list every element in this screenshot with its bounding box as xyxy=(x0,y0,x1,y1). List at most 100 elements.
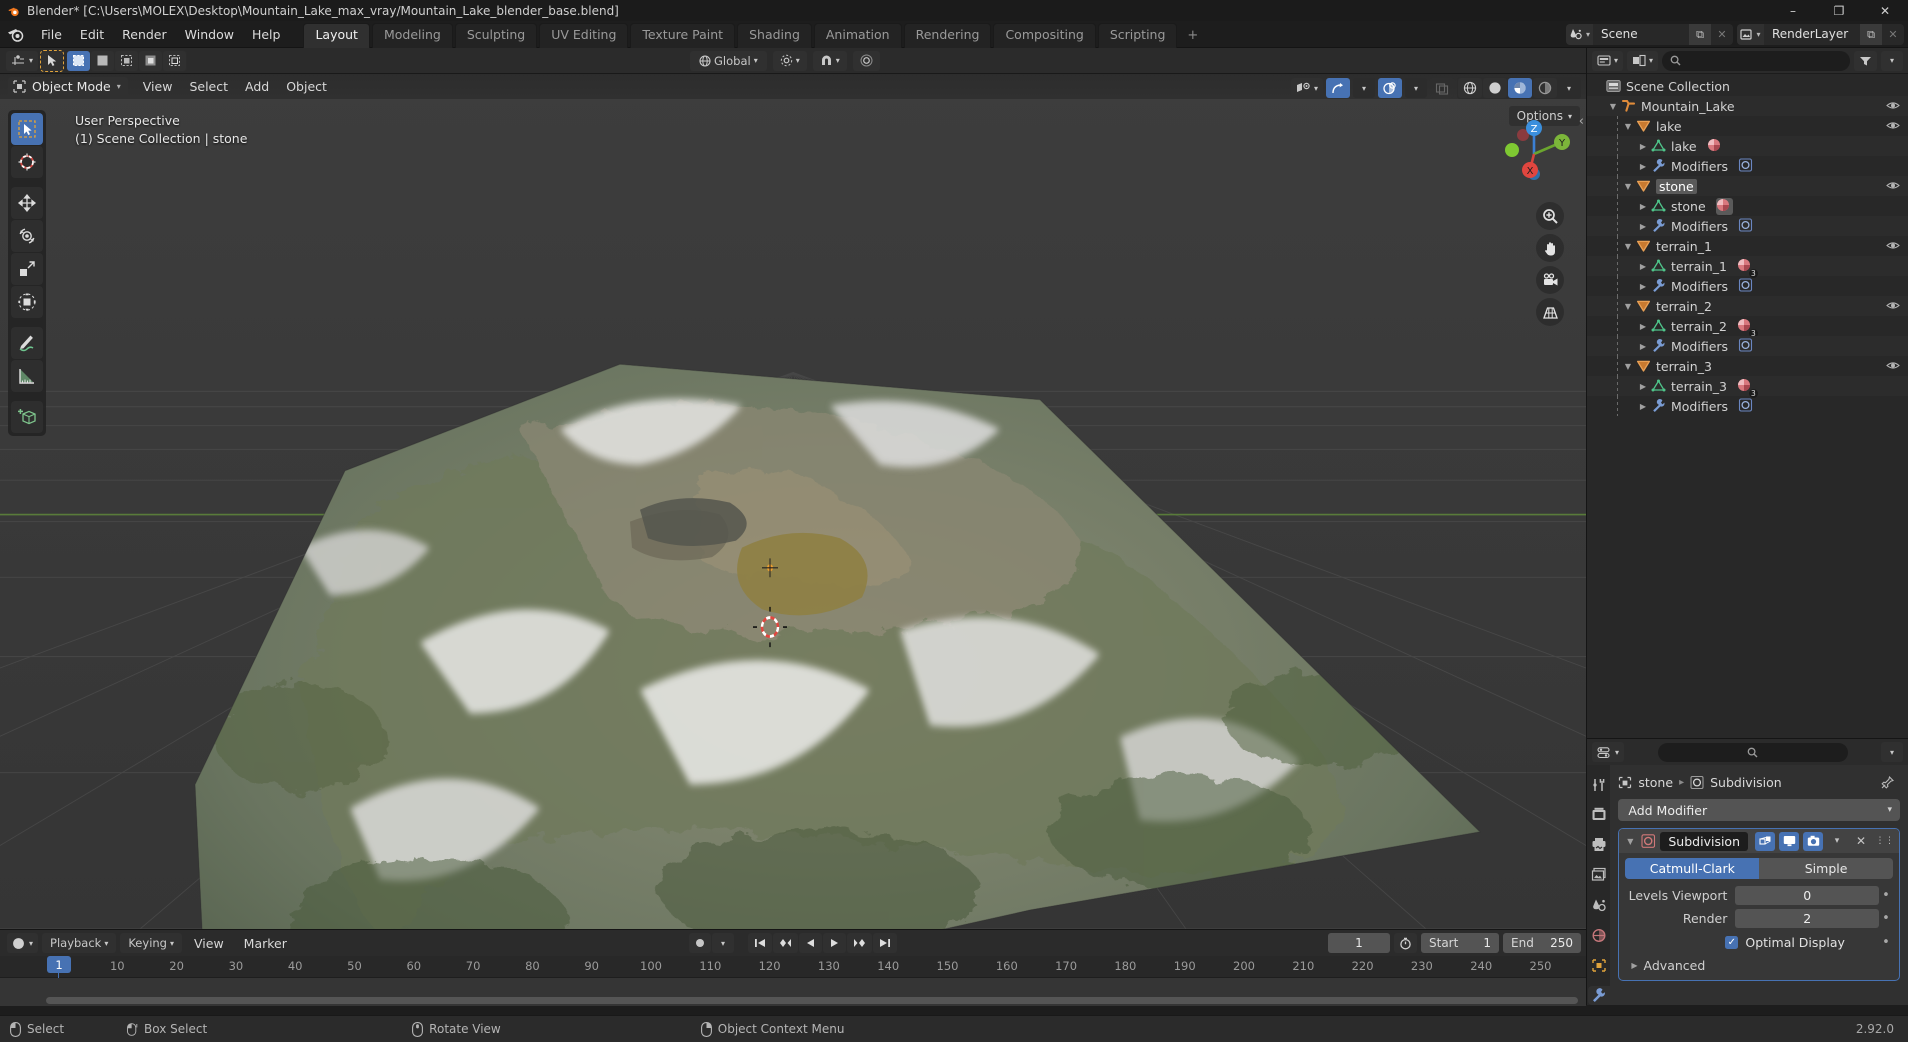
pan-icon[interactable] xyxy=(1536,234,1564,262)
menu-file[interactable]: File xyxy=(32,24,71,45)
modifier-stack-icon[interactable] xyxy=(1738,397,1753,415)
viewport-navigation-gizmo[interactable]: Y Z X xyxy=(1492,112,1576,196)
render-levels-value[interactable]: 2 xyxy=(1735,908,1879,928)
menu-help[interactable]: Help xyxy=(243,24,290,45)
outliner-disclosure-triangle[interactable]: ▼ xyxy=(1621,242,1635,251)
select-mode-intersect[interactable] xyxy=(163,50,187,71)
modifier-delete-button[interactable]: ✕ xyxy=(1851,832,1871,851)
visibility-eye-icon[interactable] xyxy=(1886,239,1900,254)
material-icon[interactable] xyxy=(1707,138,1724,155)
jump-to-end-button[interactable] xyxy=(873,933,897,953)
workspace-tab-sculpting[interactable]: Sculpting xyxy=(454,23,538,48)
play-button[interactable] xyxy=(823,933,846,953)
proportional-edit-button[interactable] xyxy=(852,50,880,71)
outliner-row-modifiers[interactable]: ▶ Modifiers xyxy=(1587,336,1908,356)
minimize-button[interactable]: – xyxy=(1770,0,1816,21)
select-mode-subtract[interactable] xyxy=(115,50,139,71)
editor-type-button[interactable]: ▾ xyxy=(6,50,39,71)
tab-object-icon[interactable] xyxy=(1588,956,1610,975)
outliner-row-modifiers[interactable]: ▶ Modifiers xyxy=(1587,276,1908,296)
outliner-row-terrain_3[interactable]: ▶ terrain_3 3 xyxy=(1587,376,1908,398)
timeline-scrollbar[interactable] xyxy=(46,997,1578,1004)
viewlayer-selector[interactable]: ▾ RenderLayer ⧉ ✕ xyxy=(1737,24,1904,45)
outliner-disclosure-triangle[interactable]: ▼ xyxy=(1621,182,1635,191)
workspace-tab-uv-editing[interactable]: UV Editing xyxy=(539,23,629,48)
new-scene-button[interactable]: ⧉ xyxy=(1689,24,1711,45)
outliner-disclosure-triangle[interactable]: ▶ xyxy=(1636,202,1650,211)
modifier-extras-dropdown[interactable]: ▾ xyxy=(1827,832,1847,851)
render-levels-animate-dot[interactable]: • xyxy=(1879,911,1893,926)
auto-keyframe-button[interactable] xyxy=(689,933,711,953)
snap-magnet-button[interactable]: ▾ xyxy=(812,50,847,71)
scene-name-field[interactable]: Scene xyxy=(1593,24,1689,45)
subdivision-simple-button[interactable]: Simple xyxy=(1759,858,1893,879)
visibility-eye-icon[interactable] xyxy=(1886,359,1900,374)
outliner-row-stone[interactable]: ▼ stone xyxy=(1587,176,1908,196)
tool-measure[interactable] xyxy=(11,360,43,392)
outliner-editor-type-button[interactable]: ▾ xyxy=(1592,50,1624,71)
timeline-playhead[interactable]: 1 xyxy=(47,956,71,973)
tool-tweak[interactable] xyxy=(11,113,43,145)
remove-viewlayer-button[interactable]: ✕ xyxy=(1882,24,1904,45)
add-modifier-button[interactable]: Add Modifier ▾ xyxy=(1618,799,1900,821)
outliner-row-lake[interactable]: ▶ lake xyxy=(1587,136,1908,156)
tool-scale[interactable] xyxy=(11,253,43,285)
material-icon[interactable] xyxy=(1715,197,1733,215)
outliner-disclosure-triangle[interactable]: ▶ xyxy=(1636,262,1650,271)
outliner-disclosure-triangle[interactable]: ▶ xyxy=(1636,162,1650,171)
modifier-stack-icon[interactable] xyxy=(1738,277,1753,295)
timeline-menu-view[interactable]: View xyxy=(186,934,232,953)
outliner-disclosure-triangle[interactable]: ▶ xyxy=(1636,382,1650,391)
outliner-disclosure-triangle[interactable]: ▶ xyxy=(1636,282,1650,291)
new-viewlayer-button[interactable]: ⧉ xyxy=(1860,24,1882,45)
prev-keyframe-button[interactable] xyxy=(773,933,798,953)
properties-search-input[interactable] xyxy=(1657,742,1848,762)
properties-editor-type-button[interactable]: ▾ xyxy=(1592,742,1625,762)
tool-annotate[interactable] xyxy=(11,327,43,359)
viewport-menu-select[interactable]: Select xyxy=(181,77,236,96)
material-icon[interactable]: 3 xyxy=(1737,318,1758,338)
outliner-row-terrain_1[interactable]: ▶ terrain_1 3 xyxy=(1587,256,1908,278)
timeline-body[interactable] xyxy=(0,978,1586,1006)
outliner-row-modifiers[interactable]: ▶ Modifiers xyxy=(1587,216,1908,236)
breadcrumb-object-label[interactable]: stone xyxy=(1638,775,1673,790)
current-frame-field[interactable]: 1 xyxy=(1328,933,1390,953)
outliner-disclosure-triangle[interactable]: ▶ xyxy=(1636,322,1650,331)
menu-window[interactable]: Window xyxy=(176,24,243,45)
playback-menu[interactable]: Playback ▾ xyxy=(42,933,117,953)
workspace-tab-texture-paint[interactable]: Texture Paint xyxy=(630,23,736,48)
outliner-filter-button[interactable] xyxy=(1854,50,1877,71)
outliner-disclosure-triangle[interactable]: ▶ xyxy=(1636,402,1650,411)
transform-orientation-button[interactable]: Global ▾ xyxy=(690,50,767,71)
viewport-menu-object[interactable]: Object xyxy=(278,77,335,96)
modifier-drag-handle[interactable]: ⋮⋮ xyxy=(1875,832,1895,851)
optimal-display-checkbox[interactable]: ✓ xyxy=(1725,935,1739,949)
workspace-tab-compositing[interactable]: Compositing xyxy=(993,23,1096,48)
blender-logo-icon[interactable] xyxy=(6,25,26,43)
tweak-select-tool-button[interactable] xyxy=(40,49,65,72)
gizmo-toggle-button[interactable] xyxy=(1326,78,1350,98)
workspace-tab-rendering[interactable]: Rendering xyxy=(903,23,992,48)
timeline-ruler[interactable]: 1 10 20 30 40 50 60 70 80 90 100 110 120 130 140 150 16… xyxy=(0,956,1586,1005)
tab-scene-icon[interactable] xyxy=(1588,896,1610,915)
tool-add-cube[interactable] xyxy=(11,401,43,433)
tab-world-icon[interactable] xyxy=(1588,926,1610,945)
maximize-button[interactable]: ❐ xyxy=(1816,0,1862,21)
show-in-viewport-button[interactable] xyxy=(1779,831,1799,851)
next-keyframe-button[interactable] xyxy=(847,933,872,953)
use-preview-range-button[interactable] xyxy=(1394,933,1417,953)
outliner-disclosure-triangle[interactable]: ▼ xyxy=(1621,122,1635,131)
visibility-selector-button[interactable]: ▾ xyxy=(1290,78,1323,98)
viewport-menu-add[interactable]: Add xyxy=(237,77,277,96)
keyframe-dropdown-button[interactable]: ▾ xyxy=(712,933,734,953)
timeline-editor-type-button[interactable]: ▾ xyxy=(7,933,39,953)
outliner-row-stone[interactable]: ▶ stone xyxy=(1587,196,1908,216)
outliner-row-mountain_lake[interactable]: ▼ Mountain_Lake xyxy=(1587,96,1908,116)
outliner-disclosure-triangle[interactable]: ▼ xyxy=(1621,302,1635,311)
modifier-stack-icon[interactable] xyxy=(1738,157,1753,175)
outliner-row-terrain_2[interactable]: ▼ terrain_2 xyxy=(1587,296,1908,316)
show-in-edit-mode-button[interactable] xyxy=(1755,831,1775,851)
camera-icon[interactable] xyxy=(1536,266,1564,294)
snap-pivot-button[interactable]: ▾ xyxy=(772,50,807,71)
shading-rendered-button[interactable] xyxy=(1533,78,1557,98)
